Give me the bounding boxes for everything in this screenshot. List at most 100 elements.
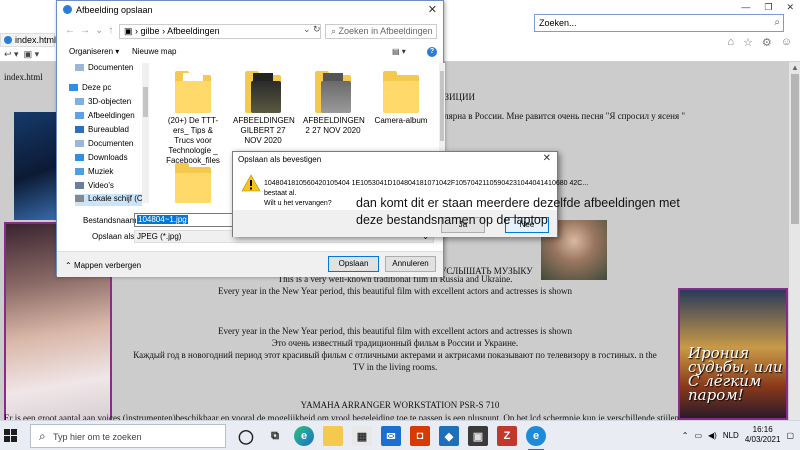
tree-item-downloads[interactable]: Downloads <box>75 153 128 165</box>
save-button[interactable]: Opslaan <box>328 256 379 272</box>
smiley-icon[interactable]: ☺ <box>781 36 792 49</box>
tree-item-music[interactable]: Muziek <box>75 167 113 179</box>
clock-date: 4/03/2021 <box>744 435 781 444</box>
taskbar-search-input[interactable]: Typ hier om te zoeken <box>53 432 142 442</box>
warning-icon <box>241 174 261 192</box>
paragraph-line: Каждый год в новогодний период этот крас… <box>133 350 657 372</box>
gear-icon[interactable]: ⚙ <box>762 36 772 49</box>
music-icon <box>75 168 84 175</box>
volume-icon[interactable]: ◀) <box>708 431 717 440</box>
tree-item-documents2[interactable]: Documenten <box>75 139 133 151</box>
refresh-icon[interactable]: ⌄ ↻ <box>303 24 321 35</box>
cancel-button[interactable]: Annuleren <box>385 256 436 272</box>
dialog-navbar: ←→⌄↑ ▣ › gilbe › Afbeeldingen ⌄ ↻ ⌕ Zoek… <box>57 21 443 41</box>
video-icon <box>75 182 84 189</box>
dropbox-icon[interactable]: ◆ <box>439 426 459 446</box>
download-icon <box>75 154 84 161</box>
taskbar: ⌕ Typ hier om te zoeken ◯ ⧉ e ▦ ✉ ◘ ◆ ▣ … <box>0 420 800 450</box>
dialog-titlebar: Afbeelding opslaan ✕ <box>57 1 443 19</box>
folder-item[interactable]: AFBEELDINGEN 2 27 NOV 2020 <box>303 71 365 136</box>
taskbar-search[interactable]: ⌕ Typ hier om te zoeken <box>30 424 226 448</box>
page-menu-icon[interactable]: ▣ ▾ <box>21 49 40 59</box>
chevron-up-icon: ⌃ <box>65 261 74 270</box>
favorites-icon[interactable]: ↩ ▾ <box>4 49 19 59</box>
favorites-star-icon[interactable]: ☆ <box>743 36 753 49</box>
office-icon[interactable]: ◘ <box>410 426 430 446</box>
cube-icon <box>75 98 84 105</box>
folder-item[interactable]: Camera-album <box>371 71 431 126</box>
page-heading: YAMAHA ARRANGER WORKSTATION PSR-S 710 <box>300 400 500 410</box>
hide-folders-toggle[interactable]: ⌃ Mappen verbergen <box>65 261 141 270</box>
dialog-footer: ⌃ Mappen verbergen Opslaan Annuleren <box>57 251 443 277</box>
tree-item-desktop[interactable]: Bureaublad <box>75 125 129 137</box>
page-paragraph: Every year in the New Year period, this … <box>130 325 660 373</box>
search-icon[interactable]: ⌕ <box>774 17 780 28</box>
folder-item[interactable]: AFBEELDINGEN GILBERT 27 NOV 2020 <box>233 71 295 146</box>
tab-index[interactable]: index.html <box>0 33 57 47</box>
notifications-icon[interactable]: ▢ <box>786 431 794 440</box>
dialog-title: Afbeelding opslaan <box>76 5 153 15</box>
task-switch-icon[interactable]: ⧉ <box>265 426 285 446</box>
tree-item-documents[interactable]: Documenten <box>75 63 133 75</box>
edge-icon[interactable]: e <box>294 426 314 446</box>
annotation-text: dan komt dit er staan meerdere dezelfde … <box>356 196 680 227</box>
folder-item[interactable] <box>163 163 223 203</box>
store-icon[interactable]: ▦ <box>352 426 372 446</box>
folder-icon <box>175 163 211 203</box>
scroll-thumb[interactable] <box>143 87 148 117</box>
tree-item-pictures[interactable]: Afbeeldingen <box>75 111 135 123</box>
paragraph-line: Это очень известный традиционный фильм в… <box>271 338 519 348</box>
clock[interactable]: 16:16 4/03/2021 <box>745 425 781 445</box>
computer-icon <box>69 84 78 91</box>
windows-start-icon[interactable] <box>4 429 18 443</box>
minimize-button[interactable]: — <box>741 2 750 13</box>
tree-scrollbar[interactable] <box>142 63 149 203</box>
dialog-toolbar: Organiseren ▾ Nieuwe map ▤ ▾ ? <box>57 44 443 61</box>
tree-item-this-pc[interactable]: Deze pc <box>69 83 111 95</box>
close-icon[interactable]: ✕ <box>428 3 437 16</box>
scroll-thumb[interactable] <box>791 74 799 224</box>
folder-name: AFBEELDINGEN 2 27 NOV 2020 <box>303 116 365 135</box>
path-segment[interactable]: gilbe <box>141 26 160 36</box>
chevron-up-icon[interactable]: ⌃ <box>682 431 689 440</box>
folder-item[interactable]: (20+) De TTT-ers_ Tips & Trucs voor Tech… <box>163 71 223 166</box>
task-view-icon[interactable]: ◯ <box>236 426 256 446</box>
paragraph-line: Every year in the New Year period, this … <box>218 286 572 296</box>
tree-item-videos[interactable]: Video's <box>75 181 114 193</box>
folder-icon <box>245 71 281 113</box>
internet-explorer-icon[interactable]: e <box>526 426 546 450</box>
view-options-icon[interactable]: ▤ ▾ <box>392 47 406 56</box>
scroll-up-icon[interactable]: ▲ <box>791 63 799 72</box>
address-bar[interactable]: ▣ › gilbe › Afbeeldingen <box>119 24 321 39</box>
mail-icon[interactable]: ✉ <box>381 426 401 446</box>
command-bar[interactable]: ↩ ▾ ▣ ▾ <box>0 49 60 61</box>
clock-time: 16:16 <box>752 425 773 434</box>
network-icon[interactable]: ▭ <box>694 431 702 440</box>
browser-search-box[interactable]: Zoeken... ⌕ <box>534 14 784 32</box>
help-icon[interactable]: ? <box>427 47 437 57</box>
documents-icon <box>75 64 84 71</box>
home-icon[interactable]: ⌂ <box>727 36 734 49</box>
organise-button[interactable]: Organiseren ▾ <box>69 47 119 56</box>
app-icon[interactable]: ▣ <box>468 426 488 446</box>
new-folder-button[interactable]: Nieuwe map <box>132 47 176 56</box>
close-button[interactable]: ✕ <box>786 2 794 13</box>
browser-search-input[interactable]: Zoeken... <box>539 18 577 28</box>
page-scrollbar[interactable]: ▲ <box>788 62 800 420</box>
language-indicator[interactable]: NLD <box>723 431 739 440</box>
folder-icon <box>383 71 419 113</box>
file-explorer-icon[interactable] <box>323 426 343 446</box>
path-segment[interactable]: Afbeeldingen <box>167 26 220 36</box>
tree-item-local-disk[interactable]: Lokale schijf (C:) <box>75 194 142 206</box>
paragraph-line: Every year in the New Year period, this … <box>218 326 572 336</box>
filename-label: Bestandsnaam: <box>83 216 139 225</box>
tab-title: index.html <box>15 35 57 45</box>
tree-item-3d[interactable]: 3D-objecten <box>75 97 131 109</box>
maximize-button[interactable]: ❐ <box>764 2 772 13</box>
nav-arrows[interactable]: ←→⌄↑ <box>65 25 118 36</box>
scroll-thumb[interactable] <box>440 71 444 141</box>
existing-filename: 1048041810560420105404 1E1053041D1048041… <box>264 180 589 187</box>
close-icon[interactable]: ✕ <box>543 153 551 164</box>
filezilla-icon[interactable]: Z <box>497 426 517 446</box>
folder-search-input[interactable]: ⌕ Zoeken in Afbeeldingen <box>325 24 437 39</box>
